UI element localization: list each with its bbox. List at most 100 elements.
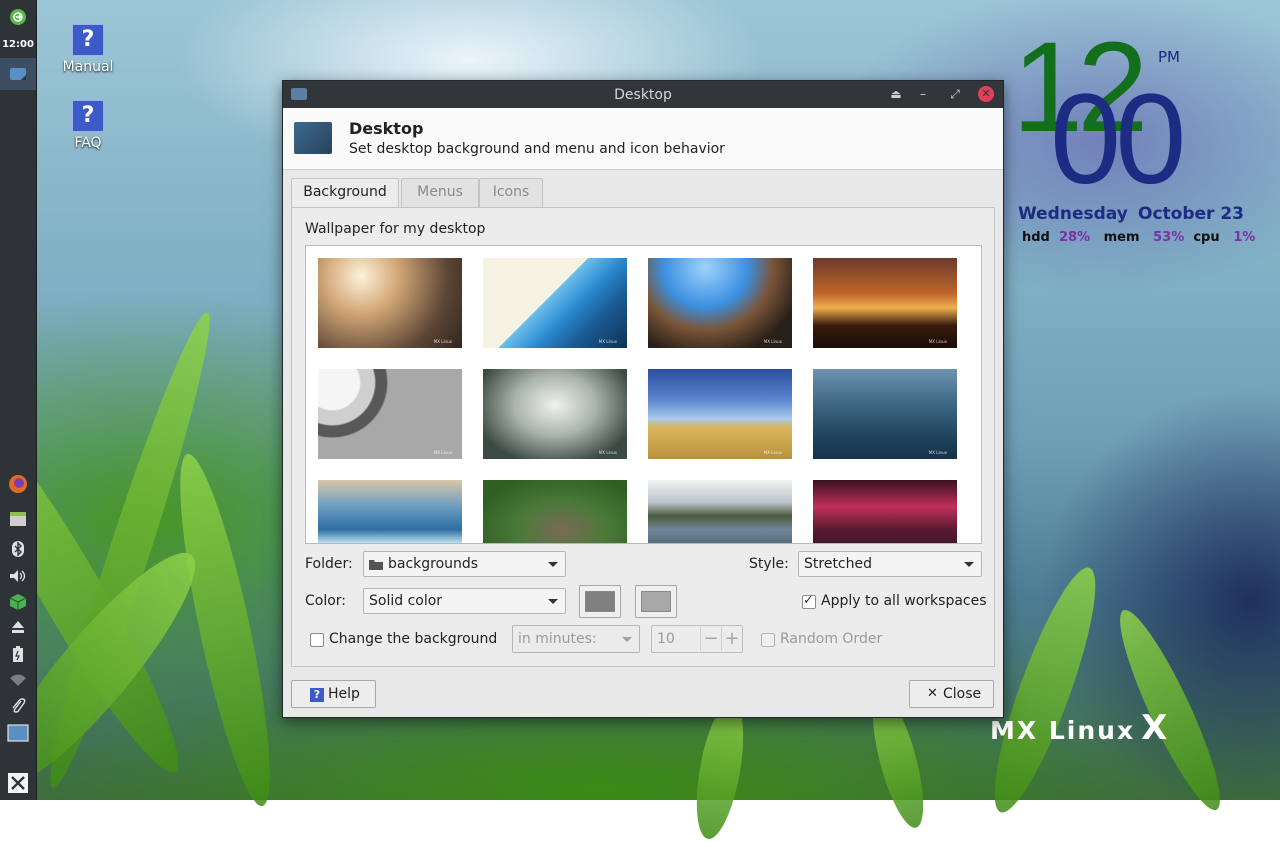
wallpaper-thumbnail[interactable]: MX Linux	[483, 369, 627, 459]
wallpaper-thumbnail[interactable]: MX Linux	[318, 258, 462, 348]
thumb-watermark: MX Linux	[598, 339, 617, 344]
thumb-watermark: MX Linux	[598, 450, 617, 455]
clipboard-icon[interactable]	[0, 693, 36, 719]
logo-mark: X	[1141, 708, 1170, 748]
apply-all-label: Apply to all workspaces	[821, 593, 987, 609]
maximize-icon[interactable]: ⤢	[947, 86, 963, 102]
wallpaper-thumbnail[interactable]	[318, 480, 462, 543]
thumb-watermark: MX Linux	[928, 339, 947, 344]
color-label: Color:	[305, 593, 347, 609]
chevron-down-icon	[548, 562, 558, 567]
help-icon: ?	[72, 100, 104, 132]
panel-clock[interactable]: 12:00	[0, 39, 36, 50]
decrement-icon[interactable]: −	[700, 627, 721, 651]
clock-date: October 23	[1138, 204, 1244, 224]
folder-select[interactable]: backgrounds	[363, 551, 566, 577]
firefox-icon[interactable]	[0, 471, 36, 497]
wallpaper-label: Wallpaper for my desktop	[305, 221, 486, 237]
wallpaper-gallery[interactable]: MX Linux MX Linux MX Linux MX Linux MX L…	[305, 245, 982, 544]
tab-background[interactable]: Background	[291, 178, 399, 208]
wallpaper-thumbnail[interactable]: MX Linux	[648, 369, 792, 459]
dialog-header: Desktop Set desktop background and menu …	[283, 108, 1003, 170]
cpu-value: 1%	[1233, 230, 1256, 245]
desktop-icon-manual[interactable]: ? Manual	[48, 24, 128, 75]
power-icon[interactable]	[0, 4, 36, 30]
window-titlebar[interactable]: Desktop ⏏ – ⤢ ✕	[283, 81, 1003, 108]
primary-color-button[interactable]	[579, 585, 621, 618]
window-list-icon[interactable]	[0, 58, 36, 90]
folder-value: backgrounds	[388, 556, 479, 572]
bluetooth-icon[interactable]	[0, 536, 36, 562]
desktop-icon-label: FAQ	[74, 135, 102, 151]
folder-label: Folder:	[305, 556, 353, 572]
minutes-spinbox[interactable]: 10 − +	[651, 625, 743, 653]
folder-icon	[369, 560, 383, 570]
increment-icon[interactable]: +	[721, 627, 742, 651]
interval-unit-select[interactable]: in minutes:	[512, 625, 640, 653]
random-order-label: Random Order	[780, 631, 883, 647]
mx-menu-icon[interactable]	[0, 770, 36, 796]
close-icon[interactable]: ✕	[978, 86, 994, 102]
help-button[interactable]: ? Help	[291, 680, 376, 708]
wallpaper-thumbnail[interactable]: MX Linux	[813, 369, 957, 459]
wallpaper-thumbnail[interactable]: MX Linux	[813, 258, 957, 348]
close-button[interactable]: ✕ Close	[909, 680, 994, 708]
thumb-watermark: MX Linux	[763, 450, 782, 455]
logo-text: MX Linux	[990, 716, 1136, 745]
hdd-value: 28%	[1058, 230, 1091, 245]
clock-day: Wednesday	[1018, 204, 1128, 224]
hdd-label: hdd	[1022, 230, 1050, 245]
interval-unit-value: in minutes:	[518, 631, 597, 647]
desktop-icon-faq[interactable]: ? FAQ	[48, 100, 128, 151]
style-select[interactable]: Stretched	[798, 551, 982, 577]
clock-minute: 00	[1050, 68, 1186, 211]
file-manager-icon[interactable]	[0, 506, 36, 532]
network-icon[interactable]	[0, 667, 36, 693]
thumb-watermark: MX Linux	[433, 450, 452, 455]
thumb-watermark: MX Linux	[433, 339, 452, 344]
minimize-icon[interactable]: –	[915, 86, 931, 102]
primary-color-swatch	[585, 591, 615, 612]
help-button-label: Help	[328, 686, 360, 702]
tab-menus[interactable]: Menus	[401, 178, 479, 207]
wallpaper-thumbnail[interactable]	[648, 480, 792, 543]
random-order-checkbox[interactable]	[761, 633, 775, 647]
apply-all-checkbox[interactable]	[802, 593, 816, 609]
side-panel: 12:00	[0, 0, 37, 800]
workspace-icon[interactable]	[0, 720, 36, 746]
color-style-select[interactable]: Solid color	[363, 588, 566, 614]
eject-icon[interactable]	[0, 614, 36, 640]
change-background-checkbox[interactable]	[310, 633, 324, 647]
thumb-watermark: MX Linux	[928, 450, 947, 455]
wallpaper-thumbnail[interactable]	[483, 480, 627, 543]
chevron-down-icon	[964, 562, 974, 567]
chevron-down-icon	[548, 599, 558, 604]
desktop-settings-icon	[294, 122, 332, 154]
help-icon: ?	[72, 24, 104, 56]
shade-icon[interactable]: ⏏	[888, 86, 904, 102]
tab-icons[interactable]: Icons	[479, 178, 543, 207]
desktop-settings-window: Desktop ⏏ – ⤢ ✕ Desktop Set desktop back…	[282, 80, 1004, 718]
wallpaper-thumbnail[interactable]: MX Linux	[318, 369, 462, 459]
close-icon: ✕	[927, 686, 938, 701]
thumb-watermark: MX Linux	[763, 339, 782, 344]
volume-icon[interactable]	[0, 563, 36, 589]
package-updater-icon[interactable]	[0, 589, 36, 615]
wallpaper-thumbnail[interactable]: MX Linux	[648, 258, 792, 348]
style-label: Style:	[749, 556, 789, 572]
conky-clock: 12 00 PM Wednesday October 23 hdd 28% me…	[1010, 24, 1270, 260]
chevron-down-icon	[622, 637, 632, 642]
help-icon: ?	[310, 688, 324, 702]
style-value: Stretched	[804, 556, 872, 572]
background-tab-panel: Wallpaper for my desktop MX Linux MX Lin…	[291, 207, 995, 667]
wallpaper-thumbnail[interactable]	[813, 480, 957, 543]
mx-linux-logo: MX Linux X	[990, 708, 1169, 748]
wallpaper-thumbnail[interactable]: MX Linux	[483, 258, 627, 348]
header-title: Desktop	[349, 119, 424, 138]
secondary-color-swatch	[641, 591, 671, 612]
change-background-label: Change the background	[329, 631, 498, 647]
battery-icon[interactable]	[0, 641, 36, 667]
minutes-value: 10	[657, 631, 675, 647]
header-subtitle: Set desktop background and menu and icon…	[349, 141, 725, 157]
secondary-color-button[interactable]	[635, 585, 677, 618]
